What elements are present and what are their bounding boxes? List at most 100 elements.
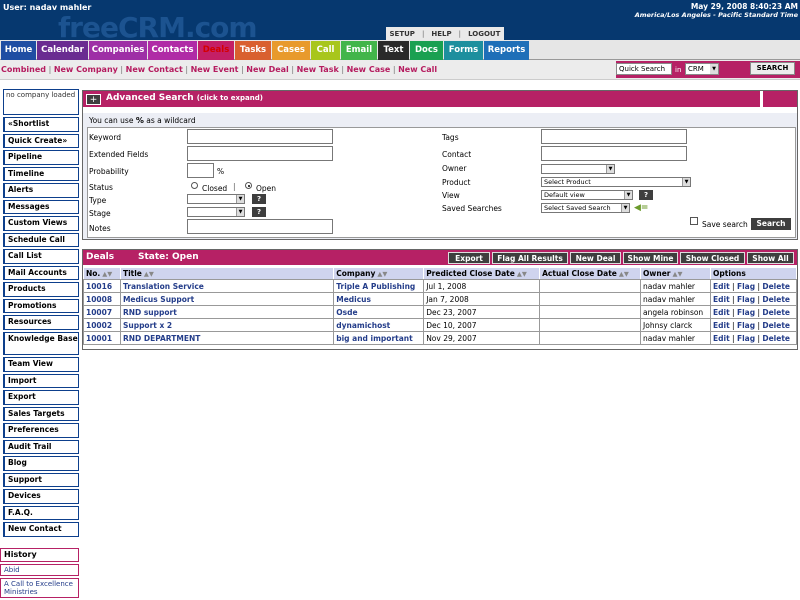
- column-owner[interactable]: Owner ▲▼: [640, 267, 711, 280]
- combined-link[interactable]: Combined: [1, 65, 46, 74]
- type-select[interactable]: ▼: [187, 194, 245, 204]
- sort-icon[interactable]: ▲▼: [102, 270, 112, 278]
- sidebar-item-products[interactable]: Products: [3, 282, 79, 297]
- delete-link[interactable]: Delete: [762, 295, 790, 304]
- sidebar-item-mail-accounts[interactable]: Mail Accounts: [3, 265, 79, 280]
- column-no[interactable]: No. ▲▼: [83, 267, 121, 280]
- deal-number[interactable]: 10002: [83, 318, 121, 332]
- contact-input[interactable]: [541, 146, 687, 161]
- sidebar-item-alerts[interactable]: Alerts: [3, 183, 79, 198]
- tab-tasks[interactable]: Tasks: [235, 41, 271, 60]
- saved-searches-select[interactable]: Select Saved Search ▼: [541, 203, 630, 213]
- owner-select[interactable]: ▼: [541, 164, 615, 174]
- deal-number[interactable]: 10007: [83, 305, 121, 319]
- deal-title[interactable]: RND support: [119, 305, 335, 319]
- show-closed-button[interactable]: Show Closed: [680, 252, 745, 264]
- tab-companies[interactable]: Companies: [89, 41, 147, 60]
- extended-fields-input[interactable]: [187, 146, 333, 161]
- tab-docs[interactable]: Docs: [410, 41, 443, 60]
- search-button[interactable]: Search: [751, 218, 791, 230]
- logout-link[interactable]: LOGOUT: [468, 30, 500, 38]
- deal-number[interactable]: 10016: [83, 279, 121, 293]
- view-help-button[interactable]: ?: [639, 190, 653, 200]
- delete-link[interactable]: Delete: [762, 308, 790, 317]
- sidebar-item-export[interactable]: Export: [3, 390, 79, 405]
- sidebar-item-messages[interactable]: Messages: [3, 199, 79, 214]
- delete-link[interactable]: Delete: [762, 334, 790, 343]
- tab-forms[interactable]: Forms: [444, 41, 483, 60]
- sidebar-item-promotions[interactable]: Promotions: [3, 298, 79, 313]
- tab-call[interactable]: Call: [311, 41, 340, 60]
- tab-reports[interactable]: Reports: [484, 41, 529, 60]
- deal-title[interactable]: Support x 2: [119, 318, 335, 332]
- delete-link[interactable]: Delete: [762, 321, 790, 330]
- probability-input[interactable]: [187, 163, 214, 178]
- tab-home[interactable]: Home: [1, 41, 36, 60]
- delete-link[interactable]: Delete: [762, 282, 790, 291]
- new-call-link[interactable]: New Call: [398, 65, 437, 74]
- sidebar-item-support[interactable]: Support: [3, 472, 79, 487]
- sidebar-item-team-view[interactable]: Team View: [3, 357, 79, 372]
- sidebar-item-schedule-call[interactable]: Schedule Call: [3, 232, 79, 247]
- deal-number[interactable]: 10008: [83, 292, 121, 306]
- sidebar-item-import[interactable]: Import: [3, 373, 79, 388]
- type-help-button[interactable]: ?: [252, 194, 266, 204]
- edit-link[interactable]: Edit: [713, 321, 730, 330]
- new-contact-link[interactable]: New Contact: [126, 65, 183, 74]
- deal-company[interactable]: dynamichost: [333, 318, 425, 332]
- sidebar-item-call-list[interactable]: Call List: [3, 249, 79, 264]
- sidebar-item-preferences[interactable]: Preferences: [3, 423, 79, 438]
- sidebar-item-new-contact[interactable]: New Contact: [3, 522, 79, 537]
- keyword-input[interactable]: [187, 129, 333, 144]
- new-deal-button[interactable]: New Deal: [570, 252, 621, 264]
- edit-link[interactable]: Edit: [713, 282, 730, 291]
- sidebar-item-shortlist[interactable]: «Shortlist: [3, 117, 79, 132]
- sort-icon[interactable]: ▲▼: [672, 270, 682, 278]
- tab-cases[interactable]: Cases: [272, 41, 310, 60]
- sidebar-item-pipeline[interactable]: Pipeline: [3, 150, 79, 165]
- flag-link[interactable]: Flag: [737, 295, 755, 304]
- back-arrow-icon[interactable]: ◀=: [634, 204, 648, 213]
- tab-calendar[interactable]: Calendar: [37, 41, 88, 60]
- status-open-radio[interactable]: [245, 182, 252, 189]
- quick-search-input[interactable]: Quick Search: [616, 63, 672, 75]
- sidebar-item-resources[interactable]: Resources: [3, 315, 79, 330]
- sort-icon[interactable]: ▲▼: [517, 270, 527, 278]
- notes-input[interactable]: [187, 219, 333, 234]
- tab-text[interactable]: Text: [378, 41, 409, 60]
- flag-link[interactable]: Flag: [737, 334, 755, 343]
- flag-link[interactable]: Flag: [737, 282, 755, 291]
- expand-icon[interactable]: +: [86, 94, 101, 105]
- stage-help-button[interactable]: ?: [252, 207, 266, 217]
- help-link[interactable]: HELP: [431, 30, 451, 38]
- deal-company[interactable]: Osde: [333, 305, 425, 319]
- tab-email[interactable]: Email: [341, 41, 377, 60]
- quick-search-scope-select[interactable]: CRM ▼: [685, 63, 719, 75]
- deal-title[interactable]: RND DEPARTMENT: [119, 331, 335, 345]
- new-case-link[interactable]: New Case: [347, 65, 391, 74]
- product-select[interactable]: Select Product ▼: [541, 177, 691, 187]
- new-event-link[interactable]: New Event: [191, 65, 239, 74]
- sidebar-item-custom-views[interactable]: Custom Views: [3, 216, 79, 231]
- sidebar-item-blog[interactable]: Blog: [3, 456, 79, 471]
- quick-search-button[interactable]: SEARCH: [750, 62, 795, 75]
- view-select[interactable]: Default view ▼: [541, 190, 633, 200]
- tab-deals[interactable]: Deals: [198, 41, 234, 60]
- sidebar-item-sales-targets[interactable]: Sales Targets: [3, 406, 79, 421]
- deal-title[interactable]: Translation Service: [119, 279, 335, 293]
- status-closed-radio[interactable]: [191, 182, 198, 189]
- deal-company[interactable]: Triple A Publishing: [333, 279, 425, 293]
- column-company[interactable]: Company ▲▼: [333, 267, 425, 280]
- deal-number[interactable]: 10001: [83, 331, 121, 345]
- sidebar-item-devices[interactable]: Devices: [3, 489, 79, 504]
- new-company-link[interactable]: New Company: [54, 65, 118, 74]
- advanced-search-header[interactable]: + Advanced Search (click to expand): [83, 91, 797, 107]
- export-button[interactable]: Export: [448, 252, 490, 264]
- history-item[interactable]: Abid: [0, 564, 79, 576]
- tab-contacts[interactable]: Contacts: [148, 41, 197, 60]
- deal-company[interactable]: Medicus: [333, 292, 425, 306]
- sidebar-item-faq[interactable]: F.A.Q.: [3, 505, 79, 520]
- deal-company[interactable]: big and important: [333, 331, 425, 345]
- column-title[interactable]: Title ▲▼: [119, 267, 335, 280]
- edit-link[interactable]: Edit: [713, 334, 730, 343]
